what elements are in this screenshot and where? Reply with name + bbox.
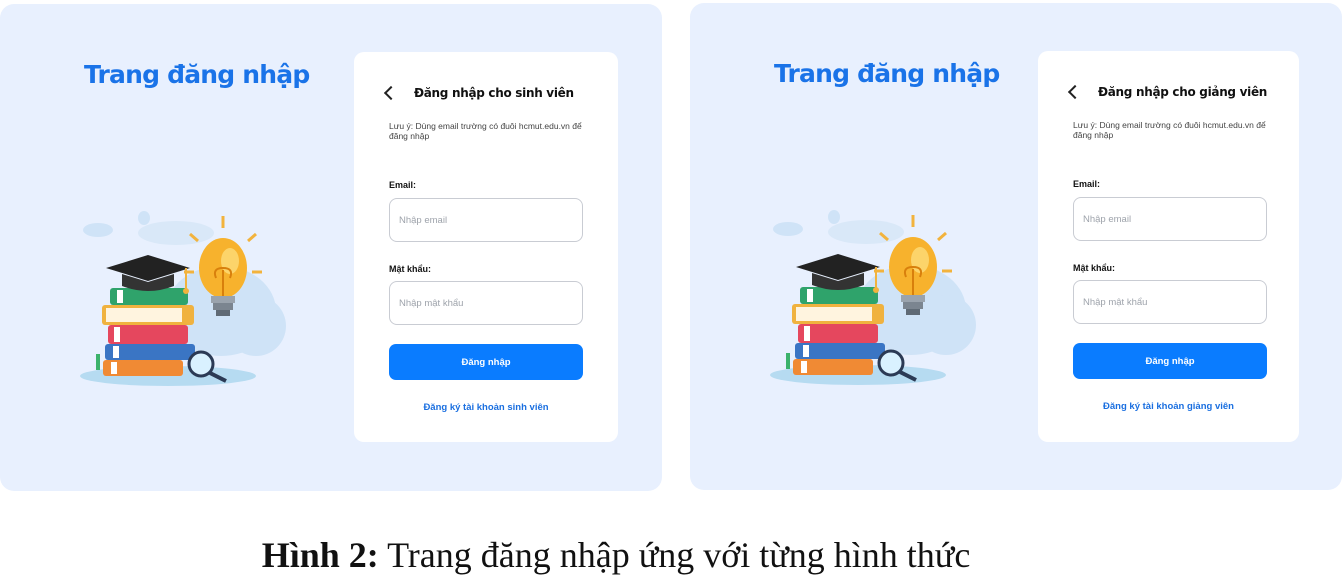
education-illustration bbox=[756, 207, 981, 389]
login-button[interactable]: Đăng nhập bbox=[1073, 343, 1267, 379]
chevron-left-icon[interactable] bbox=[383, 85, 399, 101]
login-card: Đăng nhập cho sinh viên Lưu ý: Dùng emai… bbox=[354, 52, 618, 442]
chevron-left-icon[interactable] bbox=[1067, 84, 1083, 100]
education-illustration bbox=[66, 208, 291, 390]
figure-caption: Hình 2: Trang đăng nhập ứng với từng hìn… bbox=[0, 534, 1232, 576]
email-input[interactable] bbox=[389, 198, 583, 242]
card-title: Đăng nhập cho giảng viên bbox=[1098, 85, 1268, 99]
email-note: Lưu ý: Dùng email trường có đuôi hcmut.e… bbox=[1073, 120, 1266, 140]
card-header: Đăng nhập cho sinh viên bbox=[383, 85, 574, 101]
caption-label: Hình 2: bbox=[261, 535, 379, 575]
login-panel-lecturer: Trang đăng nhập Đăng nhập cho giảng viên… bbox=[690, 3, 1342, 490]
page-title: Trang đăng nhập bbox=[84, 60, 310, 89]
register-link[interactable]: Đăng ký tài khoản giảng viên bbox=[1038, 401, 1299, 412]
password-input[interactable] bbox=[389, 281, 583, 325]
login-button[interactable]: Đăng nhập bbox=[389, 344, 583, 380]
books-icon bbox=[786, 287, 885, 375]
email-input[interactable] bbox=[1073, 197, 1267, 241]
books-icon bbox=[96, 288, 195, 376]
email-note: Lưu ý: Dùng email trường có đuôi hcmut.e… bbox=[389, 121, 582, 141]
email-label: Email: bbox=[389, 180, 417, 190]
login-panel-student: Trang đăng nhập Đăng nhập cho sinh viên … bbox=[0, 4, 662, 491]
password-label: Mật khẩu: bbox=[1073, 263, 1116, 273]
card-header: Đăng nhập cho giảng viên bbox=[1067, 84, 1268, 100]
login-card: Đăng nhập cho giảng viên Lưu ý: Dùng ema… bbox=[1038, 51, 1299, 442]
email-label: Email: bbox=[1073, 179, 1101, 189]
card-title: Đăng nhập cho sinh viên bbox=[414, 86, 574, 100]
page-title: Trang đăng nhập bbox=[774, 59, 1000, 88]
register-link[interactable]: Đăng ký tài khoản sinh viên bbox=[354, 402, 618, 413]
password-label: Mật khẩu: bbox=[389, 264, 432, 274]
caption-text: Trang đăng nhập ứng với từng hình thức bbox=[378, 535, 971, 575]
password-input[interactable] bbox=[1073, 280, 1267, 324]
